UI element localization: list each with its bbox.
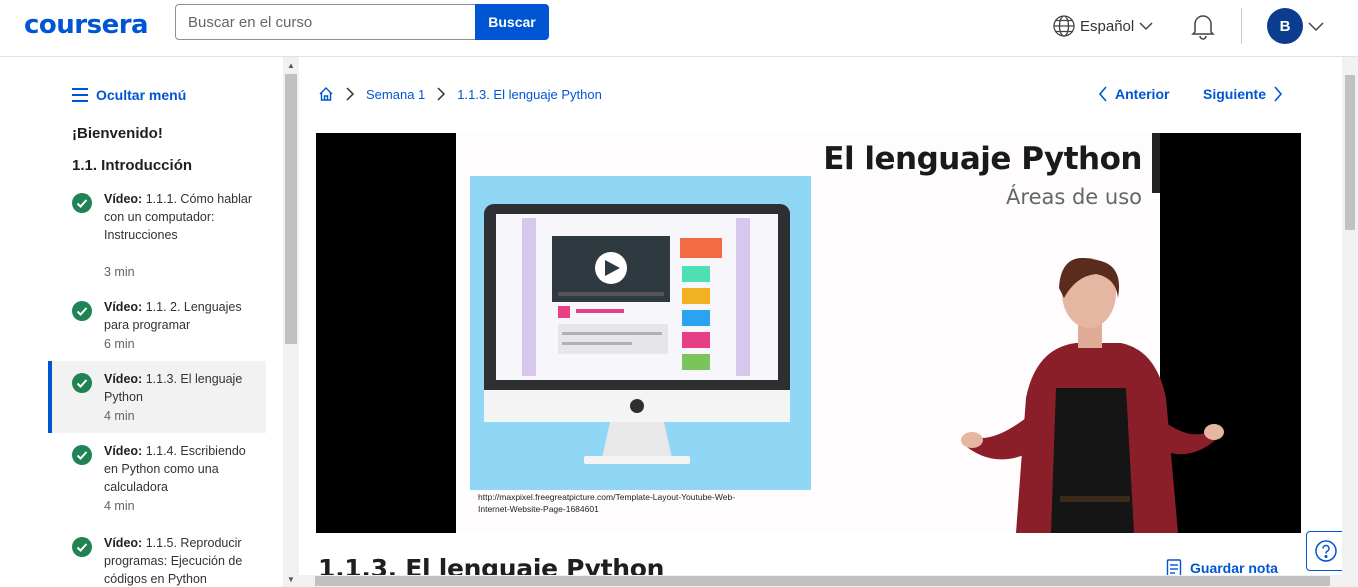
help-button[interactable] bbox=[1306, 531, 1346, 571]
slide-accent-bar bbox=[1152, 133, 1160, 193]
top-header: coursera Buscar Español B bbox=[0, 0, 1358, 57]
language-label: Español bbox=[1080, 17, 1135, 35]
slide-title: El lenguaje Python bbox=[823, 141, 1142, 177]
monitor-illustration bbox=[470, 176, 811, 490]
header-divider bbox=[1241, 8, 1242, 44]
slide-subtitle: Áreas de uso bbox=[1006, 185, 1142, 209]
previous-label: Anterior bbox=[1115, 86, 1170, 102]
menu-icon bbox=[72, 88, 88, 102]
scroll-down-arrow-icon[interactable]: ▼ bbox=[287, 575, 295, 584]
search-button[interactable]: Buscar bbox=[475, 4, 549, 40]
check-circle-icon bbox=[72, 373, 92, 393]
chevron-right-icon bbox=[437, 87, 446, 101]
breadcrumb-week[interactable]: Semana 1 bbox=[366, 87, 425, 102]
lesson-type: Vídeo: bbox=[104, 300, 143, 314]
avatar[interactable]: B bbox=[1267, 8, 1303, 44]
hide-menu-button[interactable]: Ocultar menú bbox=[72, 87, 186, 103]
check-circle-icon bbox=[72, 301, 92, 321]
image-credit: http://maxpixel.freegreatpicture.com/Tem… bbox=[478, 492, 736, 514]
lesson-item[interactable]: Vídeo: 1.1.4. Escribiendo en Python como… bbox=[48, 444, 266, 517]
course-sidebar: Ocultar menú ¡Bienvenido! 1.1. Introducc… bbox=[0, 57, 283, 587]
lesson-duration: 3 min bbox=[104, 265, 135, 279]
globe-icon bbox=[1053, 15, 1075, 37]
lesson-item-active[interactable]: Vídeo: 1.1.3. El lenguaje Python 4 min bbox=[48, 361, 266, 433]
horizontal-scrollbar-thumb[interactable] bbox=[315, 576, 1330, 586]
notifications-bell-icon[interactable] bbox=[1190, 12, 1216, 40]
lesson-duration: 6 min bbox=[104, 337, 135, 351]
check-circle-icon bbox=[72, 193, 92, 213]
main-scrollbar-thumb[interactable] bbox=[1345, 75, 1355, 230]
save-note-label: Guardar nota bbox=[1190, 560, 1278, 576]
lesson-type: Vídeo: bbox=[104, 372, 143, 386]
sidebar-scrollbar-thumb[interactable] bbox=[285, 74, 297, 344]
lesson-type: Vídeo: bbox=[104, 536, 143, 550]
welcome-link[interactable]: ¡Bienvenido! bbox=[72, 125, 163, 142]
scroll-up-arrow-icon[interactable]: ▲ bbox=[287, 61, 295, 70]
hide-menu-label: Ocultar menú bbox=[96, 87, 187, 103]
chevron-down-icon[interactable] bbox=[1307, 17, 1325, 35]
language-selector[interactable]: Español bbox=[1052, 12, 1154, 40]
presenter-figure bbox=[961, 258, 1224, 533]
breadcrumb-lesson[interactable]: 1.1.3. El lenguaje Python bbox=[457, 87, 602, 102]
question-icon bbox=[1315, 540, 1337, 562]
coursera-logo[interactable]: coursera bbox=[24, 10, 149, 40]
chevron-left-icon bbox=[1098, 86, 1107, 102]
next-label: Siguiente bbox=[1203, 86, 1267, 102]
next-button[interactable]: Siguiente bbox=[1203, 86, 1284, 102]
section-title[interactable]: 1.1. Introducción bbox=[72, 157, 192, 174]
lesson-item[interactable]: Vídeo: 1.1.1. Cómo hablar con un computa… bbox=[48, 192, 266, 283]
breadcrumb: Semana 1 1.1.3. El lenguaje Python bbox=[318, 86, 602, 102]
lesson-type: Vídeo: bbox=[104, 444, 143, 458]
lesson-item[interactable]: Vídeo: 1.1. 2. Lenguajes para programar … bbox=[48, 300, 266, 357]
lesson-item[interactable]: Vídeo: 1.1.5. Reproducir programas: Ejec… bbox=[48, 536, 266, 587]
previous-button[interactable]: Anterior bbox=[1097, 86, 1169, 102]
search-input[interactable] bbox=[175, 4, 475, 40]
chevron-down-icon bbox=[1139, 22, 1153, 31]
lesson-type: Vídeo: bbox=[104, 192, 143, 206]
video-player[interactable]: El lenguaje Python Áreas de uso http://m… bbox=[316, 133, 1301, 533]
lesson-duration: 4 min bbox=[104, 409, 135, 423]
lesson-duration: 4 min bbox=[104, 499, 135, 513]
chevron-right-icon bbox=[346, 87, 355, 101]
check-circle-icon bbox=[72, 537, 92, 557]
video-slide: El lenguaje Python Áreas de uso http://m… bbox=[456, 133, 1224, 533]
check-circle-icon bbox=[72, 445, 92, 465]
home-icon[interactable] bbox=[318, 86, 334, 102]
chevron-right-icon bbox=[1274, 86, 1283, 102]
